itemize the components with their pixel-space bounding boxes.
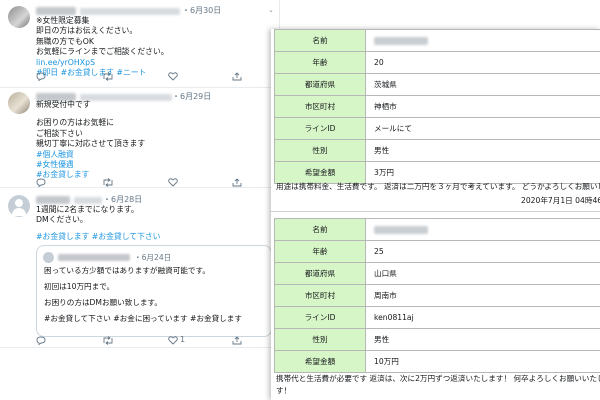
chevron-down-icon[interactable]: ⌄ [268, 6, 274, 14]
table-row: ラインID ken0811aj [274, 306, 600, 329]
field-label: 名前 [274, 29, 366, 52]
tweet-date[interactable]: ・6月30日 [182, 5, 221, 16]
field-label: 年齢 [274, 240, 366, 263]
tweet-text: 1週間に2名までになります。 DMください。 #お金貸します #お金貸して下さい [36, 205, 161, 242]
tweet-date[interactable]: ・6月28日 [103, 194, 142, 205]
field-label: 名前 [274, 218, 366, 241]
field-label: 市区町村 [274, 95, 366, 118]
field-value: メールにて [365, 117, 600, 140]
application-note: 携帯代と生活費が必要です 返済は、次に2万円ずつ返済いたします！ 何卒よろしくお… [276, 374, 600, 383]
share-icon[interactable] [232, 72, 242, 81]
application-records: 名前 年齢 20 都道府県 茨城県 市区町村 神栖市 ラインID メールにて 性… [271, 29, 600, 400]
table-row: 年齢 25 [274, 240, 600, 263]
tweet-text: ※女性限定募集 即日の方はお伝えください。 無職の方でもOK お気軽にラインまで… [36, 16, 169, 78]
field-value: 神栖市 [365, 95, 600, 118]
tweet-link[interactable]: lin.ee/yrOHXpS [36, 58, 169, 68]
tweet[interactable]: ・6月29日 新規受付中です お困りの方はお気軽に ご相談下さい 親切丁寧に対応… [0, 88, 279, 188]
like-icon[interactable] [168, 336, 178, 345]
field-value: 男性 [365, 139, 600, 162]
field-value: 25 [365, 240, 600, 263]
table-row: 年齢 20 [274, 51, 600, 74]
user-name-redacted [36, 196, 70, 204]
field-label: ラインID [274, 306, 366, 329]
reply-icon[interactable] [36, 336, 46, 345]
reply-count: 1 [180, 335, 186, 344]
tweet-text: 新規受付中です お困りの方はお気軽に ご相談下さい 親切丁寧に対応させて頂きます… [36, 100, 146, 180]
table-row: 市区町村 周南市 [274, 284, 600, 307]
field-value: 20 [365, 51, 600, 74]
submission-timestamp: 2020年7月1日 04時46 [521, 196, 600, 205]
table-row: ラインID メールにて [274, 117, 600, 140]
table-row: 都道府県 茨城県 [274, 73, 600, 96]
field-label: 性別 [274, 328, 366, 351]
reply-icon[interactable] [36, 72, 46, 81]
application-table: 名前 年齢 20 都道府県 茨城県 市区町村 神栖市 ラインID メールにて 性… [274, 29, 600, 184]
tweet-actions [36, 178, 246, 188]
field-value: 10万円 [365, 350, 600, 373]
name-redacted [374, 226, 428, 234]
like-icon[interactable] [168, 178, 178, 187]
quoted-tweet[interactable]: ・6月24日 困っている方少額ではありますが融資可能です。 初回は10万円まで。… [36, 245, 272, 337]
avatar[interactable] [43, 252, 54, 263]
field-label: 年齢 [274, 51, 366, 74]
retweet-icon[interactable] [102, 178, 114, 187]
application-table: 名前 年齢 25 都道府県 山口県 市区町村 周南市 ラインID ken0811… [274, 218, 600, 373]
quoted-user-redacted [58, 254, 130, 261]
tweet-actions: 1 [36, 335, 246, 346]
table-row: 性別 男性 [274, 328, 600, 351]
application-note: 用途は携帯料金、生活費です。 返済は二万円を３ヶ月で考えています。 どうかよろし… [276, 182, 600, 191]
field-value: 山口県 [365, 262, 600, 285]
field-value: 男性 [365, 328, 600, 351]
table-row: 市区町村 神栖市 [274, 95, 600, 118]
field-value [365, 29, 600, 52]
tweet[interactable]: ・6月28日 1週間に2名までになります。 DMください。 #お金貸します #お… [0, 188, 279, 348]
tweet-hashtags[interactable]: #お金貸します #お金貸して下さい [36, 232, 160, 242]
tweet-date[interactable]: ・6月29日 [172, 91, 211, 102]
tweet-actions [36, 72, 246, 82]
field-label: 市区町村 [274, 284, 366, 307]
field-value: ken0811aj [365, 306, 600, 329]
divider [271, 211, 600, 212]
quoted-tweet-text: 困っている方少額ではありますが融資可能です。 初回は10万円まで。 お困りの方は… [44, 266, 242, 323]
default-avatar-icon[interactable] [8, 195, 30, 217]
table-row: 名前 [274, 218, 600, 241]
table-row: 都道府県 山口県 [274, 262, 600, 285]
like-icon[interactable] [168, 72, 178, 81]
application-record: 名前 年齢 25 都道府県 山口県 市区町村 周南市 ラインID ken0811… [271, 218, 600, 400]
reply-icon[interactable] [36, 178, 46, 187]
retweet-icon[interactable] [102, 336, 114, 345]
hashtag[interactable]: #個人融資 [36, 150, 145, 160]
hashtag[interactable]: #女性優遇 [36, 160, 145, 170]
user-name-redacted [36, 7, 76, 15]
table-row: 名前 [274, 29, 600, 52]
field-label: 希望金額 [274, 350, 366, 373]
application-record: 名前 年齢 20 都道府県 茨城県 市区町村 神栖市 ラインID メールにて 性… [271, 29, 600, 211]
field-label: 性別 [274, 139, 366, 162]
retweet-icon[interactable] [102, 72, 114, 81]
quoted-tweet-date: ・6月24日 [134, 253, 172, 262]
field-label: ラインID [274, 117, 366, 140]
avatar[interactable] [8, 92, 30, 114]
share-icon[interactable] [232, 178, 242, 187]
field-value [365, 218, 600, 241]
field-value: 茨城県 [365, 73, 600, 96]
application-note-cont: す！ [276, 386, 292, 395]
table-row: 希望金額 10万円 [274, 350, 600, 373]
field-value: 周南市 [365, 284, 600, 307]
avatar[interactable] [8, 6, 30, 28]
user-handle-redacted [74, 197, 102, 204]
share-icon[interactable] [232, 336, 242, 345]
field-label: 都道府県 [274, 262, 366, 285]
name-redacted [374, 37, 428, 45]
tweet-timeline: ・6月30日 ⌄ ※女性限定募集 即日の方はお伝えください。 無職の方でもOK … [0, 0, 280, 400]
field-label: 都道府県 [274, 73, 366, 96]
tweet[interactable]: ・6月30日 ⌄ ※女性限定募集 即日の方はお伝えください。 無職の方でもOK … [0, 0, 279, 88]
user-handle-redacted [80, 8, 180, 15]
table-row: 性別 男性 [274, 139, 600, 162]
